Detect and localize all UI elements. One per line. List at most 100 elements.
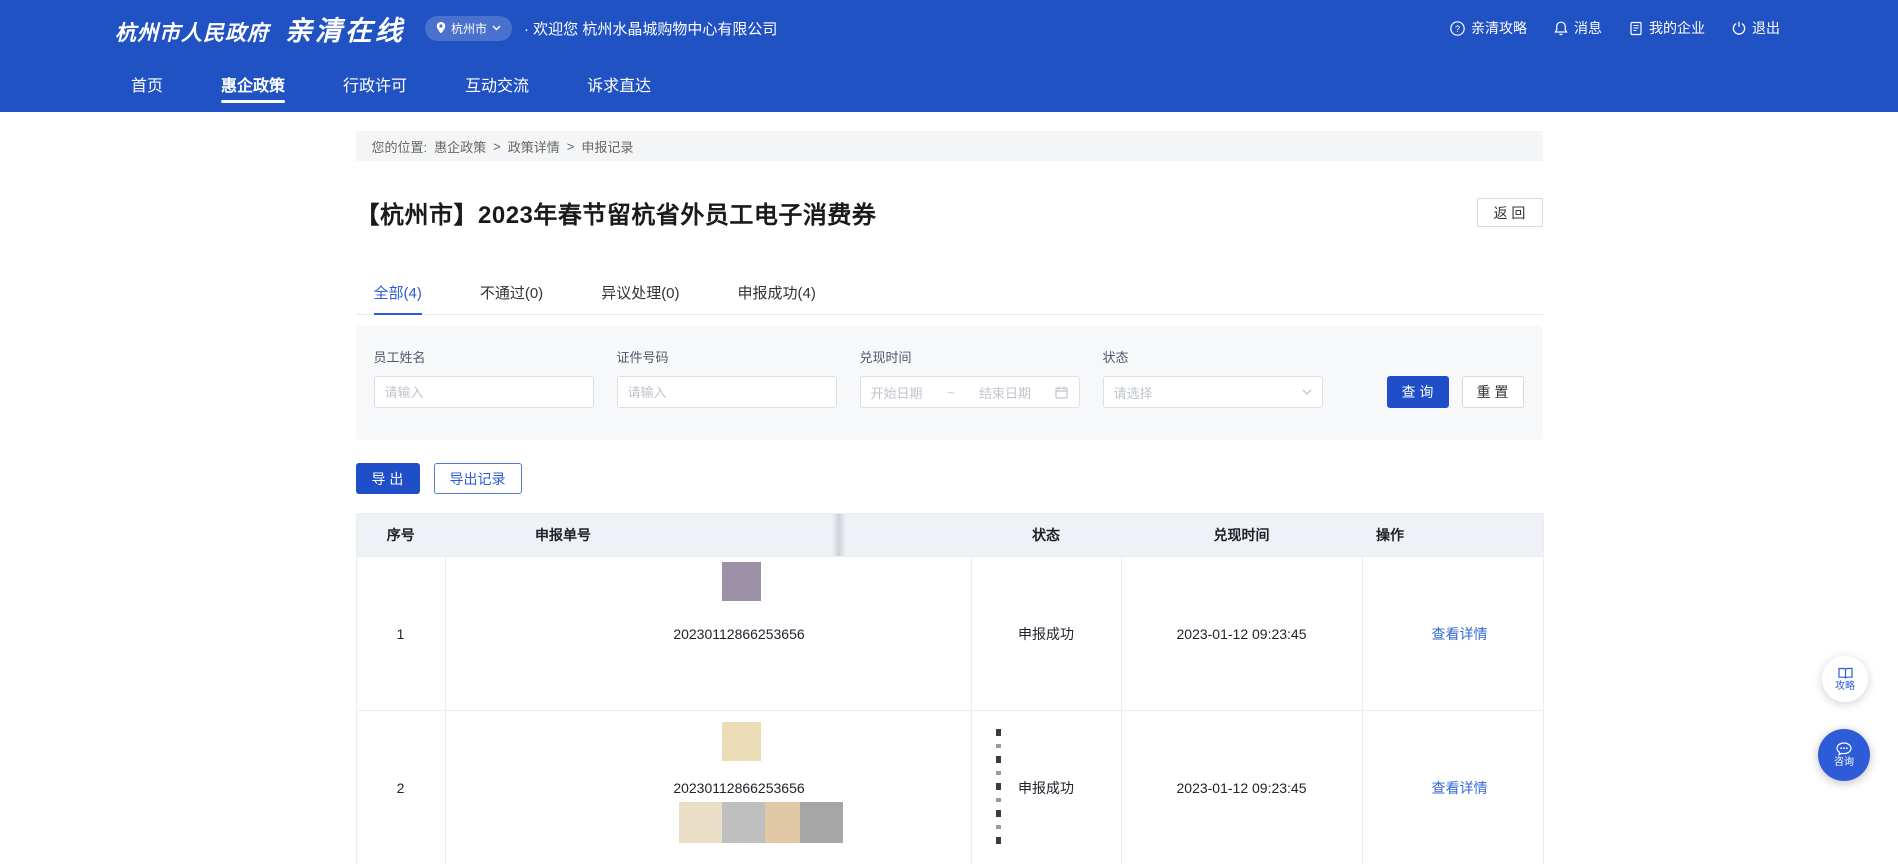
- breadcrumb-item-current: 申报记录: [581, 137, 633, 156]
- status-select[interactable]: 请选择: [1103, 376, 1323, 408]
- table-row: 2 20230112866253656 申报成功 2023-01-12 09:2…: [356, 711, 1543, 864]
- my-enterprise-link-label: 我的企业: [1649, 18, 1705, 38]
- consult-fab-label: 咨询: [1834, 757, 1854, 768]
- employee-name-input[interactable]: [385, 385, 583, 400]
- redeem-time-cell: 2023-01-12 09:23:45: [1121, 711, 1362, 864]
- redaction-artifact: [996, 729, 1001, 847]
- order-no-cell: 20230112866253656: [445, 711, 971, 864]
- consult-fab-button[interactable]: 咨询: [1818, 729, 1870, 781]
- tab-all[interactable]: 全部(4): [374, 271, 422, 314]
- guide-link[interactable]: ? 亲清攻略: [1450, 18, 1527, 38]
- export-button[interactable]: 导 出: [356, 463, 420, 494]
- order-no: 20230112866253656: [673, 780, 804, 796]
- id-number-field: 证件号码: [617, 350, 837, 408]
- filter-panel: 员工姓名 证件号码 兑现时间 开始日期 ~ 结束日期: [356, 326, 1543, 440]
- guide-fab-button[interactable]: 攻略: [1822, 656, 1868, 702]
- breadcrumb: 您的位置: 惠企政策 > 政策详情 > 申报记录: [356, 131, 1543, 161]
- col-header-action: 操作: [1362, 514, 1543, 557]
- location-selector[interactable]: 杭州市: [425, 16, 512, 41]
- tab-success[interactable]: 申报成功(4): [738, 271, 816, 314]
- nav-item-interaction[interactable]: 互动交流: [465, 56, 529, 112]
- export-records-button[interactable]: 导出记录: [434, 463, 522, 494]
- col-header-index: 序号: [356, 514, 445, 557]
- tab-rejected[interactable]: 不通过(0): [480, 271, 543, 314]
- id-number-input[interactable]: [628, 385, 826, 400]
- status-label: 状态: [1103, 350, 1323, 366]
- brand-logo-text: 亲清在线: [285, 9, 405, 48]
- chat-icon: [1836, 742, 1852, 756]
- status-select-placeholder: 请选择: [1114, 383, 1153, 402]
- power-icon: [1732, 21, 1746, 35]
- site-logo: 杭州市人民政府 亲清在线: [115, 9, 405, 48]
- nav-item-home[interactable]: 首页: [131, 56, 163, 112]
- main-nav: 首页 惠企政策 行政许可 互动交流 诉求直达: [0, 56, 1898, 112]
- nav-item-appeals[interactable]: 诉求直达: [587, 56, 651, 112]
- employee-name-label: 员工姓名: [374, 350, 594, 366]
- col-header-status: 状态: [971, 514, 1121, 557]
- table-header-row: 序号 申报单号 状态 兑现时间 操作: [356, 514, 1543, 557]
- table-row: 1 20230112866253656 申报成功 2023-01-12 09:2…: [356, 557, 1543, 711]
- logout-link-label: 退出: [1752, 18, 1780, 38]
- top-header: 杭州市人民政府 亲清在线 杭州市 · 欢迎您 杭州水晶城购物中心有限公司 ? 亲…: [0, 0, 1898, 56]
- date-range-picker[interactable]: 开始日期 ~ 结束日期: [860, 376, 1080, 408]
- chevron-down-icon: [1302, 389, 1312, 395]
- bell-icon: [1554, 21, 1568, 36]
- action-cell: 查看详情: [1362, 711, 1543, 864]
- breadcrumb-prefix: 您的位置:: [372, 137, 428, 156]
- status-cell: 申报成功: [971, 557, 1121, 711]
- page: 杭州市人民政府 亲清在线 杭州市 · 欢迎您 杭州水晶城购物中心有限公司 ? 亲…: [0, 0, 1898, 864]
- gov-logo-text: 杭州市人民政府: [115, 17, 269, 47]
- header-menu: ? 亲清攻略 消息 我的企业 退出: [1450, 18, 1780, 38]
- view-detail-link[interactable]: 查看详情: [1432, 626, 1488, 642]
- question-circle-icon: ?: [1450, 21, 1465, 36]
- redacted-block: [722, 722, 761, 761]
- order-no-cell: 20230112866253656: [445, 557, 971, 711]
- reset-button[interactable]: 重 置: [1462, 376, 1524, 408]
- breadcrumb-item-policies[interactable]: 惠企政策: [434, 137, 486, 156]
- guide-link-label: 亲清攻略: [1471, 18, 1527, 38]
- row-index: 2: [356, 711, 445, 864]
- export-toolbar: 导 出 导出记录: [356, 463, 1543, 494]
- messages-link-label: 消息: [1574, 18, 1602, 38]
- start-date-placeholder: 开始日期: [871, 383, 923, 402]
- order-no: 20230112866253656: [673, 626, 804, 642]
- enterprise-icon: [1629, 21, 1643, 36]
- employee-name-field: 员工姓名: [374, 350, 594, 408]
- status-cell: 申报成功: [971, 711, 1121, 864]
- chevron-down-icon: [492, 25, 501, 31]
- redeem-time-field: 兑现时间 开始日期 ~ 结束日期: [860, 350, 1080, 408]
- date-range-separator: ~: [947, 385, 955, 400]
- welcome-text: · 欢迎您 杭州水晶城购物中心有限公司: [524, 18, 777, 39]
- end-date-placeholder: 结束日期: [979, 383, 1031, 402]
- my-enterprise-link[interactable]: 我的企业: [1629, 18, 1705, 38]
- col-header-order-no: 申报单号: [445, 514, 971, 557]
- redacted-block: [765, 802, 800, 843]
- action-cell: 查看详情: [1362, 557, 1543, 711]
- location-label: 杭州市: [451, 20, 487, 37]
- id-number-label: 证件号码: [617, 350, 837, 366]
- page-title: 【杭州市】2023年春节留杭省外员工电子消费券: [356, 195, 877, 230]
- breadcrumb-item-policy-detail[interactable]: 政策详情: [508, 137, 560, 156]
- book-icon: [1838, 667, 1853, 680]
- redeem-time-label: 兑现时间: [860, 350, 1080, 366]
- tab-dispute[interactable]: 异议处理(0): [601, 271, 679, 314]
- calendar-icon: [1055, 386, 1068, 399]
- back-button[interactable]: 返 回: [1477, 198, 1543, 227]
- logout-link[interactable]: 退出: [1732, 18, 1780, 38]
- row-index: 1: [356, 557, 445, 711]
- records-table: 序号 申报单号 状态 兑现时间 操作 1 20230112866253656: [356, 513, 1544, 864]
- nav-item-licensing[interactable]: 行政许可: [343, 56, 407, 112]
- view-detail-link[interactable]: 查看详情: [1432, 780, 1488, 796]
- search-button[interactable]: 查 询: [1387, 376, 1449, 408]
- redacted-block: [722, 802, 765, 843]
- messages-link[interactable]: 消息: [1554, 18, 1602, 38]
- breadcrumb-separator: >: [567, 139, 575, 154]
- redeem-time-cell: 2023-01-12 09:23:45: [1121, 557, 1362, 711]
- title-row: 【杭州市】2023年春节留杭省外员工电子消费券 返 回: [356, 195, 1543, 230]
- status-tabs: 全部(4) 不通过(0) 异议处理(0) 申报成功(4): [356, 271, 1543, 315]
- svg-text:?: ?: [1455, 24, 1460, 34]
- nav-item-policies[interactable]: 惠企政策: [221, 56, 285, 112]
- status-field: 状态 请选择: [1103, 350, 1323, 408]
- guide-fab-label: 攻略: [1835, 681, 1855, 692]
- redacted-block: [679, 802, 722, 843]
